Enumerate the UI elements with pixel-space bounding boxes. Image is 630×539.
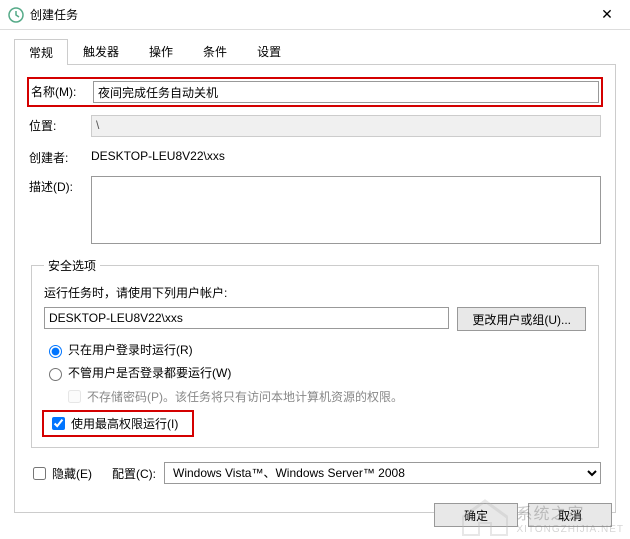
dialog-buttons: 确定 取消 [434,503,612,527]
radio-logged-on-label: 只在用户登录时运行(R) [68,341,193,358]
tab-actions[interactable]: 操作 [134,38,188,64]
ok-button[interactable]: 确定 [434,503,518,527]
titlebar: 创建任务 ✕ [0,0,630,30]
description-row: 描述(D): [29,176,601,247]
tab-panel-general: 名称(M): 位置: \ 创建者: DESKTOP-LEU8V22\xxs 描述… [14,65,616,513]
run-as-label: 运行任务时，请使用下列用户帐户: [44,284,586,301]
radio-any-user-label: 不管用户是否登录都要运行(W) [68,364,231,381]
location-label: 位置: [29,115,91,134]
tab-strip: 常规 触发器 操作 条件 设置 [14,38,616,65]
author-label: 创建者: [29,147,91,166]
content-area: 常规 触发器 操作 条件 设置 名称(M): 位置: \ 创建者: DESKTO… [0,30,630,513]
tab-settings[interactable]: 设置 [242,38,296,64]
name-row: 名称(M): [29,79,601,105]
highest-privileges-label: 使用最高权限运行(I) [71,415,178,432]
no-store-password-checkbox [68,390,81,403]
change-user-button[interactable]: 更改用户或组(U)... [457,307,586,331]
no-store-password: 不存储密码(P)。该任务将只有访问本地计算机资源的权限。 [64,387,586,406]
clock-icon [8,7,24,23]
highest-privileges-checkbox[interactable] [52,417,65,430]
author-row: 创建者: DESKTOP-LEU8V22\xxs [29,147,601,166]
description-label: 描述(D): [29,176,91,195]
security-legend: 安全选项 [44,257,100,274]
security-options-group: 安全选项 运行任务时，请使用下列用户帐户: 更改用户或组(U)... 只在用户登… [31,257,599,448]
hidden-label: 隐藏(E) [52,465,92,482]
configure-label: 配置(C): [112,465,156,482]
name-label: 名称(M): [31,81,93,100]
no-store-password-label: 不存储密码(P)。该任务将只有访问本地计算机资源的权限。 [87,388,403,405]
close-icon[interactable]: ✕ [592,6,622,23]
tab-triggers[interactable]: 触发器 [68,38,134,64]
hidden-option[interactable]: 隐藏(E) [29,464,92,483]
location-value: \ [91,115,601,137]
radio-any-user[interactable]: 不管用户是否登录都要运行(W) [44,364,586,381]
cancel-button[interactable]: 取消 [528,503,612,527]
tab-general[interactable]: 常规 [14,39,68,65]
tab-conditions[interactable]: 条件 [188,38,242,64]
author-value: DESKTOP-LEU8V22\xxs [91,147,601,163]
description-input[interactable] [91,176,601,244]
account-field [44,307,449,329]
hidden-checkbox[interactable] [33,467,46,480]
radio-any-user-input[interactable] [49,368,62,381]
name-input[interactable] [93,81,599,103]
radio-logged-on[interactable]: 只在用户登录时运行(R) [44,341,586,358]
window-title: 创建任务 [30,6,592,23]
bottom-row: 隐藏(E) 配置(C): Windows Vista™、Windows Serv… [29,462,601,484]
location-row: 位置: \ [29,115,601,137]
configure-select[interactable]: Windows Vista™、Windows Server™ 2008 [164,462,601,484]
highest-privileges[interactable]: 使用最高权限运行(I) [44,412,192,435]
account-row: 更改用户或组(U)... [44,307,586,331]
radio-logged-on-input[interactable] [49,345,62,358]
